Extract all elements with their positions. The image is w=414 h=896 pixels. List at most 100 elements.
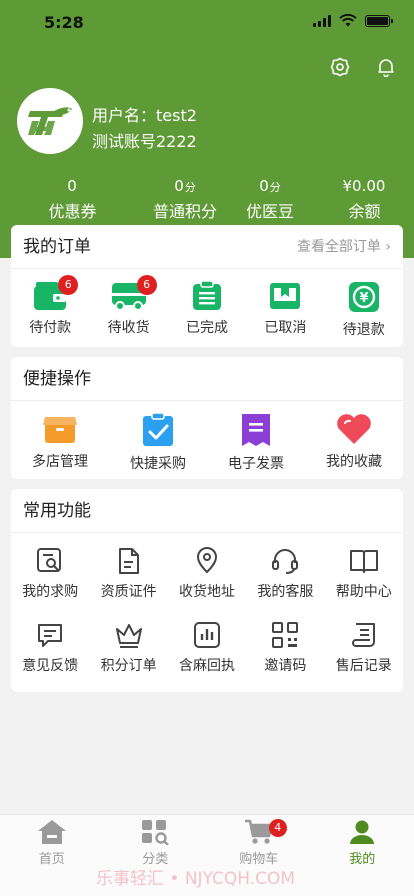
home-icon <box>37 820 66 844</box>
badge-count: 6 <box>58 275 79 295</box>
invoice-icon <box>242 414 270 446</box>
category-icon <box>142 820 170 845</box>
multi-store-management[interactable]: 多店管理 <box>12 413 108 473</box>
bell-icon[interactable] <box>376 57 396 77</box>
stat-label: 余额 <box>348 202 381 221</box>
function-label: 收货地址 <box>178 584 235 600</box>
user-icon <box>350 820 375 844</box>
order-cancelled[interactable]: 已取消 <box>246 281 324 339</box>
order-label: 待收货 <box>107 320 150 336</box>
order-pending-refund[interactable]: ¥ 待退款 <box>325 281 403 339</box>
points-orders[interactable]: 积分订单 <box>90 621 168 675</box>
search-doc-icon <box>37 548 62 572</box>
help-center[interactable]: 帮助中心 <box>325 547 403 601</box>
book-icon <box>349 550 378 573</box>
stat-unit: 分 <box>269 181 281 194</box>
stat-beans[interactable]: 0分 优医豆 <box>225 176 315 222</box>
function-label: 邀请码 <box>264 658 307 674</box>
stat-coupon[interactable]: 0 优惠券 <box>0 176 145 222</box>
avatar[interactable] <box>17 88 83 154</box>
badge-count: 6 <box>136 275 157 295</box>
stat-value: 0 <box>174 177 184 195</box>
stat-label: 普通积分 <box>152 202 217 221</box>
location-icon <box>196 547 217 574</box>
e-invoice[interactable]: 电子发票 <box>208 413 304 473</box>
feedback[interactable]: 意见反馈 <box>11 621 89 675</box>
stat-label: 优惠券 <box>48 202 97 221</box>
quick-label: 快捷采购 <box>130 456 186 472</box>
wifi-icon <box>339 14 357 27</box>
store-icon <box>43 417 77 443</box>
quick-label: 多店管理 <box>32 454 88 470</box>
stat-value: 0 <box>67 177 77 195</box>
order-completed[interactable]: 已完成 <box>168 281 246 339</box>
stat-points[interactable]: 0分 普通积分 <box>145 176 225 222</box>
common-functions-title: 常用功能 <box>11 489 403 533</box>
function-label: 意见反馈 <box>22 658 79 674</box>
my-favorites[interactable]: 我的收藏 <box>306 413 402 473</box>
username: 用户名：test2 <box>92 106 197 125</box>
watermark-text: 乐事轻汇 • NJYCQH.COM <box>96 869 296 889</box>
certificate-icon <box>118 548 139 574</box>
order-label: 已取消 <box>264 320 307 336</box>
headset-icon <box>272 549 299 574</box>
order-label: 待付款 <box>29 320 72 336</box>
function-label: 资质证件 <box>100 584 157 600</box>
quick-actions-title: 便捷操作 <box>11 357 403 401</box>
view-all-orders-link[interactable]: 查看全部订单 › <box>297 225 391 269</box>
clipboard-icon <box>192 281 221 310</box>
quick-label: 我的收藏 <box>326 454 382 470</box>
profile-header: 5:28 用户名：test2 测试账号2222 0 优惠券 0分 普通积分 0分… <box>0 0 414 258</box>
qrcode-icon <box>272 622 299 648</box>
shipping-address[interactable]: 收货地址 <box>168 547 246 601</box>
orders-title-row: 我的订单 查看全部订单 › <box>11 225 403 269</box>
checklist-icon <box>143 413 173 446</box>
orders-card: 我的订单 查看全部订单 › 6 待付款 6 待收货 已完成 已取消 ¥ 待退款 <box>11 225 403 347</box>
tab-mine[interactable]: 我的 <box>311 815 414 896</box>
refund-icon: ¥ <box>348 282 379 312</box>
tab-home[interactable]: 首页 <box>0 815 104 896</box>
quick-actions-card: 便捷操作 多店管理 快捷采购 电子发票 我的收藏 <box>11 357 403 479</box>
function-label: 含麻回执 <box>178 658 235 674</box>
customer-service[interactable]: 我的客服 <box>246 547 324 601</box>
quick-label: 电子发票 <box>228 456 284 472</box>
stat-unit: 分 <box>184 181 196 194</box>
quick-purchase[interactable]: 快捷采购 <box>110 413 206 473</box>
cancel-box-icon <box>270 283 301 309</box>
after-sales-records[interactable]: 售后记录 <box>325 621 403 675</box>
battery-icon <box>365 14 393 27</box>
stat-balance[interactable]: ¥0.00 余额 <box>315 176 414 222</box>
my-requests[interactable]: 我的求购 <box>11 547 89 601</box>
orders-title: 我的订单 <box>23 237 91 257</box>
feedback-icon <box>38 624 63 647</box>
function-label: 我的客服 <box>257 584 314 600</box>
qualification-certificates[interactable]: 资质证件 <box>90 547 168 601</box>
svg-text:¥: ¥ <box>359 291 368 306</box>
order-label: 待退款 <box>342 322 385 338</box>
scroll-icon <box>351 623 375 647</box>
common-functions-card: 常用功能 我的求购 资质证件 收货地址 我的客服 帮助中心 意见反馈 积分订单 … <box>11 489 403 692</box>
stat-value: 0 <box>259 177 269 195</box>
heart-icon <box>337 414 371 444</box>
settings-gear-icon[interactable] <box>330 57 350 77</box>
account-label: 测试账号2222 <box>92 132 197 151</box>
function-label: 我的求购 <box>22 584 79 600</box>
function-label: 帮助中心 <box>335 584 392 600</box>
status-icons <box>313 14 393 27</box>
logo-icon <box>28 107 72 135</box>
stats-row: 0 优惠券 0分 普通积分 0分 优医豆 ¥0.00 余额 <box>0 176 414 222</box>
crown-icon <box>115 624 142 648</box>
order-pending-receipt[interactable]: 6 待收货 <box>90 275 168 339</box>
signal-icon <box>313 14 331 27</box>
chart-icon <box>193 622 220 648</box>
function-label: 积分订单 <box>100 658 157 674</box>
function-label: 售后记录 <box>335 658 392 674</box>
order-label: 已完成 <box>185 320 228 336</box>
cart-badge: 4 <box>268 819 287 837</box>
invite-code[interactable]: 邀请码 <box>246 621 324 675</box>
tab-label: 首页 <box>38 852 65 867</box>
stat-label: 优医豆 <box>245 202 294 221</box>
order-pending-payment[interactable]: 6 待付款 <box>11 275 89 339</box>
narcotic-receipt[interactable]: 含麻回执 <box>168 621 246 675</box>
status-bar: 5:28 <box>0 0 414 46</box>
